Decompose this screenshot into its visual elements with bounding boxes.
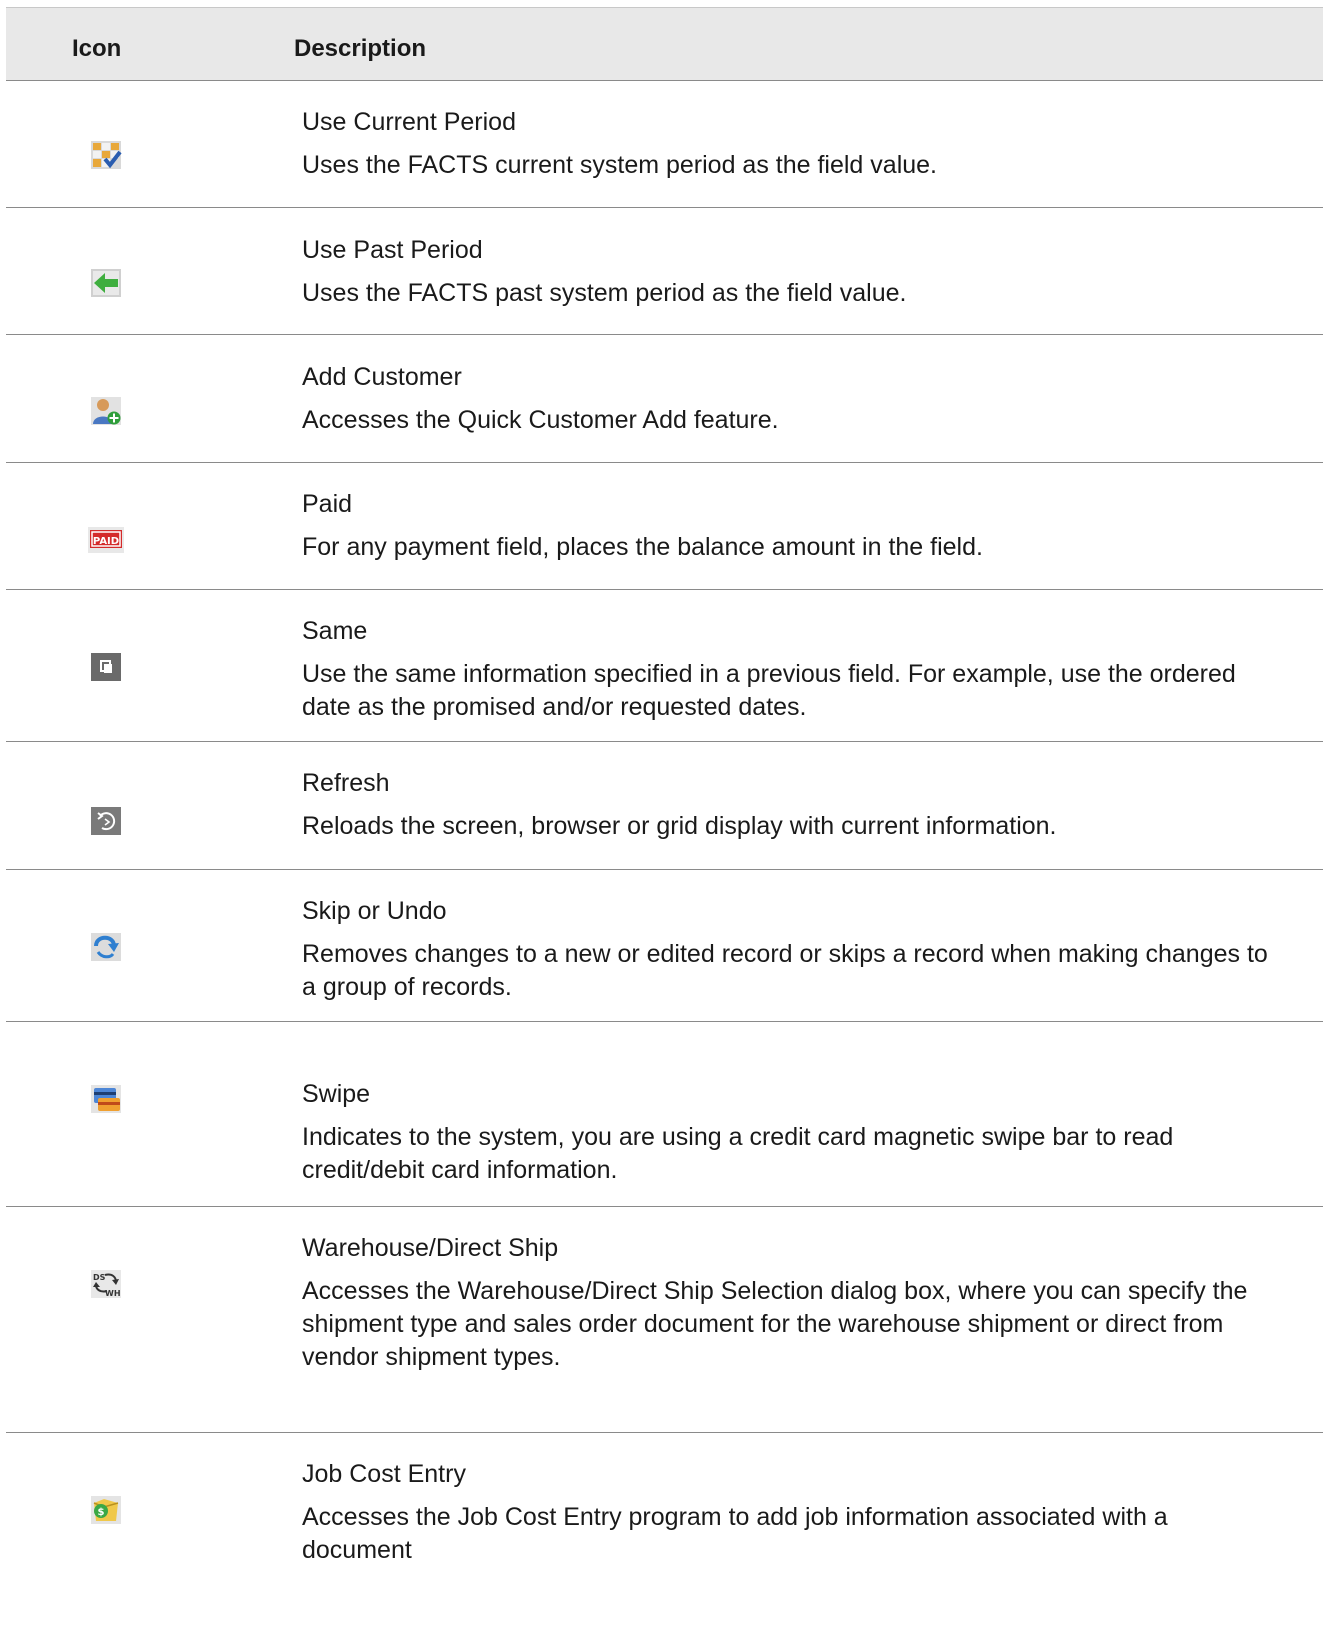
row-title: Swipe [302, 1080, 371, 1108]
row-title: Add Customer [302, 363, 462, 391]
row-description: Use the same information specified in a … [302, 660, 1236, 721]
paid-stamp-icon: PAID [88, 527, 124, 557]
row-title: Warehouse/Direct Ship [302, 1234, 559, 1262]
row-title: Skip or Undo [302, 897, 447, 925]
table-row: Use Current Period Uses the FACTS curren… [6, 81, 1323, 208]
icon-description-table: Icon Description Use Current Period Uses… [6, 7, 1323, 1583]
row-title: Use Past Period [302, 236, 483, 264]
column-header-icon: Icon [72, 35, 122, 62]
table-row: PAID Paid For any payment field, places … [6, 463, 1323, 590]
row-description: Removes changes to a new or edited recor… [302, 940, 1268, 1001]
table-row: Add Customer Accesses the Quick Customer… [6, 335, 1323, 463]
table-header: Icon Description [6, 7, 1323, 81]
refresh-icon [90, 806, 122, 836]
table-row: Swipe Indicates to the system, you are u… [6, 1022, 1323, 1207]
row-title: Same [302, 617, 368, 645]
row-title: Use Current Period [302, 108, 516, 136]
row-title: Paid [302, 490, 353, 518]
row-title: Refresh [302, 769, 390, 797]
table-row: Same Use the same information specified … [6, 590, 1323, 742]
table-row: Use Past Period Uses the FACTS past syst… [6, 208, 1323, 335]
calendar-check-icon [90, 140, 122, 170]
row-description: Accesses the Quick Customer Add feature. [302, 406, 779, 434]
row-description: For any payment field, places the balanc… [302, 533, 983, 561]
row-description: Indicates to the system, you are using a… [302, 1123, 1174, 1184]
card-swipe-icon [90, 1084, 122, 1114]
svg-text:$: $ [98, 1507, 105, 1518]
svg-text:WH: WH [105, 1289, 121, 1298]
table-row: Refresh Reloads the screen, browser or g… [6, 742, 1323, 870]
row-title: Job Cost Entry [302, 1460, 466, 1488]
table-row: DS WH Warehouse/Direct Ship Accesses the… [6, 1207, 1323, 1433]
table-row: Skip or Undo Removes changes to a new or… [6, 870, 1323, 1022]
row-description: Accesses the Warehouse/Direct Ship Selec… [302, 1277, 1248, 1371]
table-row: $ Job Cost Entry Accesses the Job Cost E… [6, 1433, 1323, 1583]
svg-text:PAID: PAID [93, 536, 119, 547]
job-cost-icon: $ [90, 1495, 122, 1525]
calendar-back-arrow-icon [90, 268, 122, 298]
row-description: Reloads the screen, browser or grid disp… [302, 812, 1057, 840]
row-description: Uses the FACTS current system period as … [302, 151, 937, 179]
skip-arrow-icon [90, 932, 122, 962]
row-description: Uses the FACTS past system period as the… [302, 279, 907, 307]
copy-icon [90, 652, 122, 682]
ds-wh-switch-icon: DS WH [90, 1269, 122, 1299]
svg-text:DS: DS [93, 1273, 106, 1282]
row-description: Accesses the Job Cost Entry program to a… [302, 1503, 1168, 1564]
add-user-icon [90, 396, 122, 426]
column-header-description: Description [294, 35, 427, 62]
